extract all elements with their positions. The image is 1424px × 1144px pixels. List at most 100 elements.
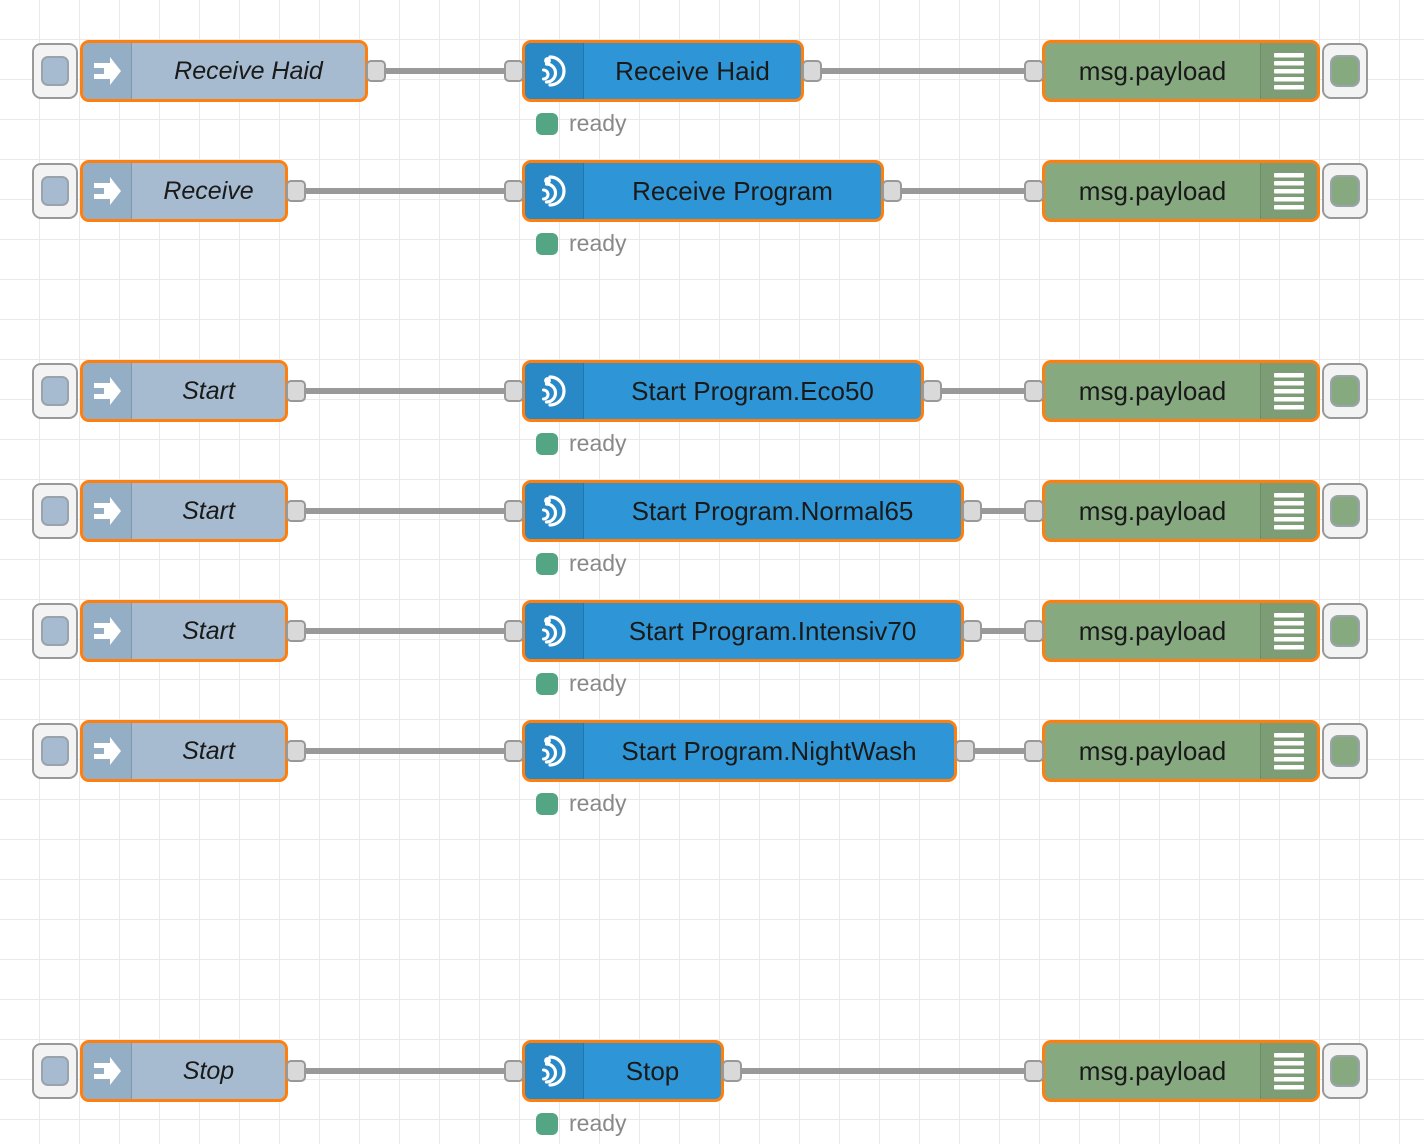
- inject-output-port-start-intensiv70[interactable]: [286, 620, 306, 642]
- signal-node-receive-program[interactable]: Receive Program: [522, 160, 884, 222]
- inject-output-port-start-normal65[interactable]: [286, 500, 306, 522]
- debug-input-port-stop[interactable]: [1024, 1060, 1044, 1082]
- debug-toggle-button-stop[interactable]: [1322, 1043, 1368, 1099]
- signal-input-port-receive-haid[interactable]: [504, 60, 524, 82]
- debug-toggle-button-knob: [1330, 175, 1360, 207]
- signal-node-start-intensiv70[interactable]: Start Program.Intensiv70: [522, 600, 964, 662]
- wire: [302, 188, 510, 194]
- signal-output-port-start-nightwash[interactable]: [955, 740, 975, 762]
- debug-toggle-button-start-intensiv70[interactable]: [1322, 603, 1368, 659]
- signal-input-port-receive-program[interactable]: [504, 180, 524, 202]
- status-indicator-dot: [536, 672, 558, 695]
- debug-input-port-start-intensiv70[interactable]: [1024, 620, 1044, 642]
- inject-trigger-button-start-nightwash[interactable]: [32, 723, 78, 779]
- inject-node-receive-haid[interactable]: Receive Haid: [80, 40, 368, 102]
- debug-node-receive-haid[interactable]: msg.payload: [1042, 40, 1320, 102]
- inject-trigger-button-receive-program[interactable]: [32, 163, 78, 219]
- inject-icon: [83, 483, 132, 539]
- inject-node-stop[interactable]: Stop: [80, 1040, 288, 1102]
- flow-canvas[interactable]: Receive Haid Receive Haid msg.payload ready…: [0, 0, 1424, 1144]
- inject-trigger-button-start-normal65[interactable]: [32, 483, 78, 539]
- inject-output-port-start-nightwash[interactable]: [286, 740, 306, 762]
- debug-input-port-receive-haid[interactable]: [1024, 60, 1044, 82]
- inject-icon: [83, 603, 132, 659]
- signal-output-port-receive-haid[interactable]: [802, 60, 822, 82]
- signal-node-start-eco50[interactable]: Start Program.Eco50: [522, 360, 924, 422]
- signal-input-port-start-nightwash[interactable]: [504, 740, 524, 762]
- signal-input-port-stop[interactable]: [504, 1060, 524, 1082]
- signal-node-stop[interactable]: Stop: [522, 1040, 724, 1102]
- debug-node-start-intensiv70[interactable]: msg.payload: [1042, 600, 1320, 662]
- status-indicator-dot: [536, 1112, 558, 1135]
- status-label: ready: [569, 230, 627, 256]
- inject-trigger-button-receive-haid[interactable]: [32, 43, 78, 99]
- debug-toggle-button-start-nightwash[interactable]: [1322, 723, 1368, 779]
- debug-node-label: msg.payload: [1078, 55, 1227, 86]
- signal-input-port-start-intensiv70[interactable]: [504, 620, 524, 642]
- inject-trigger-button-start-intensiv70[interactable]: [32, 603, 78, 659]
- inject-trigger-button-knob: [41, 496, 69, 526]
- debug-toggle-button-knob: [1330, 1055, 1360, 1087]
- signal-node-start-nightwash[interactable]: Start Program.NightWash: [522, 720, 957, 782]
- wire: [302, 508, 510, 514]
- debug-node-start-nightwash[interactable]: msg.payload: [1042, 720, 1320, 782]
- wire: [302, 1068, 510, 1074]
- inject-output-port-receive-program[interactable]: [286, 180, 306, 202]
- wire: [818, 68, 1030, 74]
- broadcast-signal-icon: [525, 43, 584, 99]
- debug-node-start-normal65[interactable]: msg.payload: [1042, 480, 1320, 542]
- debug-input-port-start-nightwash[interactable]: [1024, 740, 1044, 762]
- inject-output-port-receive-haid[interactable]: [366, 60, 386, 82]
- debug-lines-icon: [1260, 603, 1317, 659]
- broadcast-signal-icon: [525, 363, 584, 419]
- signal-node-start-normal65[interactable]: Start Program.Normal65: [522, 480, 964, 542]
- debug-toggle-button-receive-program[interactable]: [1322, 163, 1368, 219]
- inject-output-port-stop[interactable]: [286, 1060, 306, 1082]
- inject-node-label: Receive: [163, 176, 254, 205]
- debug-node-start-eco50[interactable]: msg.payload: [1042, 360, 1320, 422]
- status-label: ready: [569, 1110, 627, 1136]
- signal-input-port-start-eco50[interactable]: [504, 380, 524, 402]
- debug-toggle-button-knob: [1330, 615, 1360, 647]
- wire: [938, 388, 1030, 394]
- debug-node-stop[interactable]: msg.payload: [1042, 1040, 1320, 1102]
- signal-output-port-receive-program[interactable]: [882, 180, 902, 202]
- debug-toggle-button-receive-haid[interactable]: [1322, 43, 1368, 99]
- inject-node-start-normal65[interactable]: Start: [80, 480, 288, 542]
- debug-input-port-receive-program[interactable]: [1024, 180, 1044, 202]
- inject-trigger-button-start-eco50[interactable]: [32, 363, 78, 419]
- signal-node-receive-haid[interactable]: Receive Haid: [522, 40, 804, 102]
- node-status-start-eco50: ready: [536, 430, 627, 457]
- broadcast-signal-icon: [525, 483, 584, 539]
- signal-output-port-start-eco50[interactable]: [922, 380, 942, 402]
- inject-trigger-button-knob: [41, 376, 69, 406]
- inject-node-start-intensiv70[interactable]: Start: [80, 600, 288, 662]
- signal-node-label: Start Program.NightWash: [621, 735, 917, 766]
- debug-toggle-button-start-eco50[interactable]: [1322, 363, 1368, 419]
- inject-trigger-button-knob: [41, 176, 69, 206]
- inject-output-port-start-eco50[interactable]: [286, 380, 306, 402]
- inject-node-start-nightwash[interactable]: Start: [80, 720, 288, 782]
- inject-trigger-button-stop[interactable]: [32, 1043, 78, 1099]
- status-label: ready: [569, 790, 627, 816]
- inject-node-label: Start: [182, 736, 235, 765]
- inject-icon: [83, 363, 132, 419]
- debug-lines-icon: [1260, 483, 1317, 539]
- debug-node-label: msg.payload: [1078, 735, 1227, 766]
- debug-input-port-start-eco50[interactable]: [1024, 380, 1044, 402]
- signal-output-port-start-intensiv70[interactable]: [962, 620, 982, 642]
- status-label: ready: [569, 550, 627, 576]
- debug-toggle-button-start-normal65[interactable]: [1322, 483, 1368, 539]
- wire: [971, 748, 1030, 754]
- signal-output-port-start-normal65[interactable]: [962, 500, 982, 522]
- debug-input-port-start-normal65[interactable]: [1024, 500, 1044, 522]
- signal-output-port-stop[interactable]: [722, 1060, 742, 1082]
- inject-trigger-button-knob: [41, 736, 69, 766]
- wire: [978, 628, 1030, 634]
- debug-node-label: msg.payload: [1078, 375, 1227, 406]
- inject-node-receive-program[interactable]: Receive: [80, 160, 288, 222]
- signal-input-port-start-normal65[interactable]: [504, 500, 524, 522]
- inject-node-start-eco50[interactable]: Start: [80, 360, 288, 422]
- debug-node-receive-program[interactable]: msg.payload: [1042, 160, 1320, 222]
- inject-node-label: Stop: [182, 1056, 235, 1085]
